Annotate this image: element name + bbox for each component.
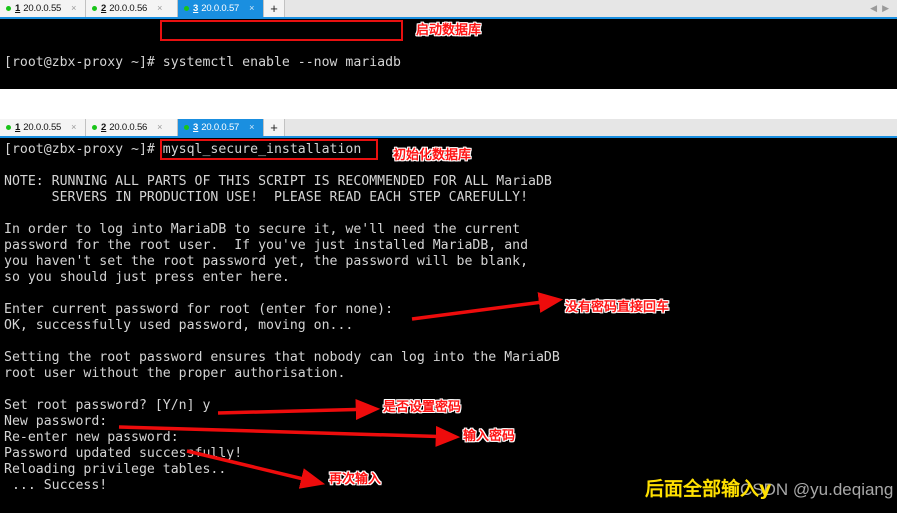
tab-status-dot-icon xyxy=(184,6,189,11)
tab-close-icon[interactable]: × xyxy=(249,4,254,13)
tab-20-0-0-56[interactable]: 2 20.0.0.56 × xyxy=(86,119,178,136)
tab-title: 20.0.0.56 xyxy=(109,3,148,14)
tab-title: 20.0.0.55 xyxy=(23,122,62,133)
terminal-line: [root@zbx-proxy ~]# systemctl enable --n… xyxy=(4,55,401,70)
tab-index: 3 xyxy=(193,3,199,14)
terminal-line: Set root password? [Y/n] y xyxy=(4,398,211,413)
tab-status-dot-icon xyxy=(184,125,189,130)
terminal-line: Reloading privilege tables.. xyxy=(4,462,227,477)
tab-index: 2 xyxy=(101,3,107,14)
tab-bar-filler xyxy=(285,119,897,136)
tab-bar-bottom[interactable]: 1 20.0.0.55 × 2 20.0.0.56 × 3 20.0.0.57 … xyxy=(0,119,897,138)
tab-title: 20.0.0.57 xyxy=(201,122,240,133)
terminal-line: you haven't set the root password yet, t… xyxy=(4,254,529,269)
terminal-line: SERVERS IN PRODUCTION USE! PLEASE READ E… xyxy=(4,190,529,205)
tab-index: 2 xyxy=(101,122,107,133)
tab-status-dot-icon xyxy=(92,6,97,11)
tab-status-dot-icon xyxy=(6,6,11,11)
terminal-line: Enter current password for root (enter f… xyxy=(4,302,394,317)
terminal-line: OK, successfully used password, moving o… xyxy=(4,318,354,333)
new-tab-button[interactable]: + xyxy=(264,119,285,136)
terminal-line: password for the root user. If you've ju… xyxy=(4,238,529,253)
tab-index: 1 xyxy=(15,3,21,14)
tab-status-dot-icon xyxy=(6,125,11,130)
terminal-line: ... Success! xyxy=(4,478,108,493)
terminal-line: New password: xyxy=(4,414,108,429)
tab-close-icon[interactable]: × xyxy=(249,123,254,132)
terminal-window-top: 1 20.0.0.55 × 2 20.0.0.56 × 3 20.0.0.57 … xyxy=(0,0,897,89)
tab-20-0-0-57[interactable]: 3 20.0.0.57 × xyxy=(178,119,264,136)
chevron-left-icon[interactable]: ◀ xyxy=(870,4,877,13)
tab-title: 20.0.0.57 xyxy=(201,3,240,14)
terminal-line: so you should just press enter here. xyxy=(4,270,290,285)
terminal-window-bottom: 1 20.0.0.55 × 2 20.0.0.56 × 3 20.0.0.57 … xyxy=(0,119,897,513)
tab-20-0-0-57[interactable]: 3 20.0.0.57 × xyxy=(178,0,264,17)
terminal-line: NOTE: RUNNING ALL PARTS OF THIS SCRIPT I… xyxy=(4,174,552,189)
tab-bar-top[interactable]: 1 20.0.0.55 × 2 20.0.0.56 × 3 20.0.0.57 … xyxy=(0,0,897,19)
tab-close-icon[interactable]: × xyxy=(71,123,76,132)
tab-title: 20.0.0.55 xyxy=(23,3,62,14)
chevron-right-icon[interactable]: ▶ xyxy=(882,4,889,13)
tab-bar-filler xyxy=(285,0,871,17)
new-tab-button[interactable]: + xyxy=(264,0,285,17)
terminal-line: root user without the proper authorisati… xyxy=(4,366,346,381)
tab-20-0-0-55[interactable]: 1 20.0.0.55 × xyxy=(0,119,86,136)
terminal-output-bottom[interactable]: [root@zbx-proxy ~]# mysql_secure_install… xyxy=(0,138,897,494)
terminal-line: [root@zbx-proxy ~]# mysql_secure_install… xyxy=(4,142,362,157)
tab-scroll-controls[interactable]: ◀ ▶ xyxy=(870,0,897,17)
terminal-line: In order to log into MariaDB to secure i… xyxy=(4,222,521,237)
tab-title: 20.0.0.56 xyxy=(109,122,148,133)
tab-close-icon[interactable]: × xyxy=(157,123,162,132)
terminal-line: Setting the root password ensures that n… xyxy=(4,350,560,365)
window-separator xyxy=(0,89,897,119)
tab-20-0-0-56[interactable]: 2 20.0.0.56 × xyxy=(86,0,178,17)
terminal-line: Re-enter new password: xyxy=(4,430,179,445)
tab-index: 3 xyxy=(193,122,199,133)
tab-20-0-0-55[interactable]: 1 20.0.0.55 × xyxy=(0,0,86,17)
tab-index: 1 xyxy=(15,122,21,133)
tab-status-dot-icon xyxy=(92,125,97,130)
tab-close-icon[interactable]: × xyxy=(71,4,76,13)
terminal-line: Password updated successfully! xyxy=(4,446,243,461)
terminal-output-top[interactable]: [root@zbx-proxy ~]# systemctl enable --n… xyxy=(0,19,897,89)
tab-close-icon[interactable]: × xyxy=(157,4,162,13)
